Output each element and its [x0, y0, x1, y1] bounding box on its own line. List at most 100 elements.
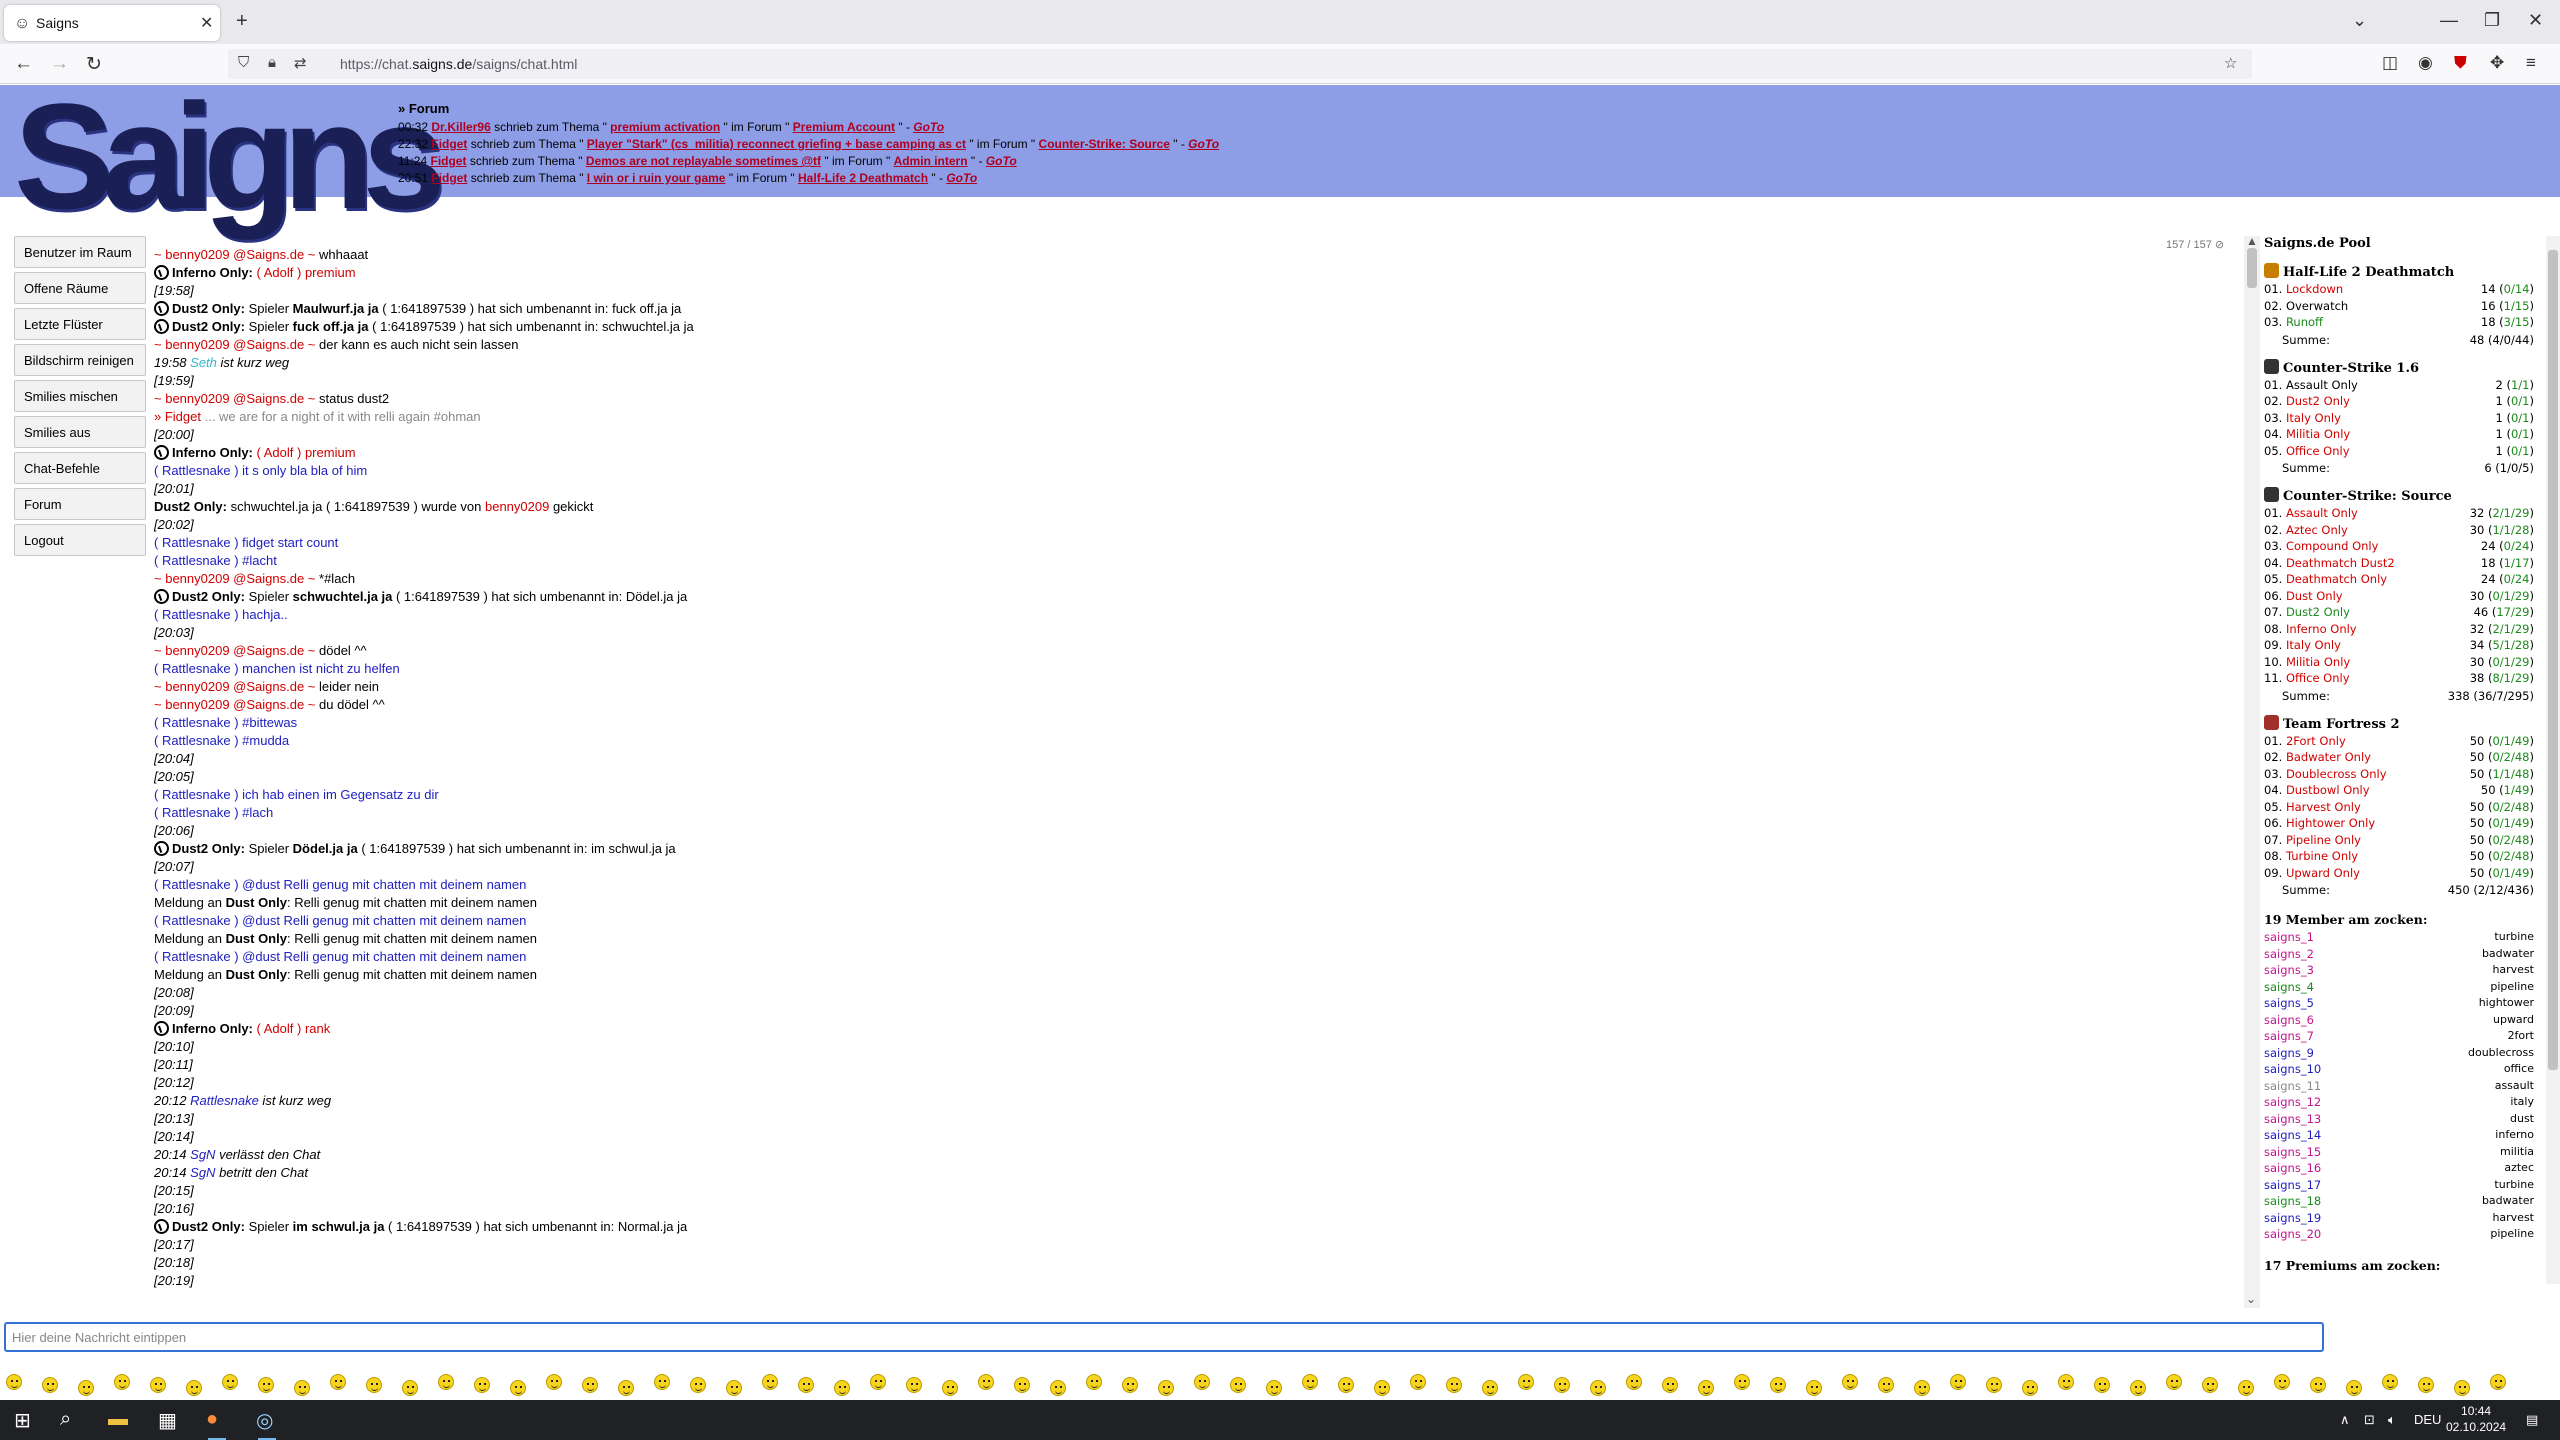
smiley-icon[interactable] — [2238, 1380, 2254, 1396]
smiley-icon[interactable] — [474, 1377, 490, 1393]
smiley-icon[interactable] — [78, 1380, 94, 1396]
member-row[interactable]: saigns_2 badwater — [2264, 946, 2544, 963]
server-row[interactable]: 05. Harvest Only 50 (0/2/48) — [2264, 799, 2544, 816]
panel-scrollbar[interactable] — [2546, 236, 2560, 1284]
server-row[interactable]: 08. Turbine Only 50 (0/2/48) — [2264, 848, 2544, 865]
server-row[interactable]: 09. Upward Only 50 (0/1/49) — [2264, 865, 2544, 882]
server-row[interactable]: 05. Office Only 1 (0/1) — [2264, 443, 2544, 460]
language-indicator[interactable]: DEU — [2414, 1412, 2441, 1427]
menu-button-logout[interactable]: Logout — [14, 524, 146, 556]
server-link[interactable]: Office Only — [2286, 671, 2350, 685]
smiley-icon[interactable] — [1410, 1374, 1426, 1390]
chat-user[interactable]: ( Rattlesnake ) — [154, 607, 242, 622]
smiley-icon[interactable] — [2382, 1374, 2398, 1390]
forum-user-link[interactable]: Fidget — [431, 137, 467, 151]
server-link[interactable]: Badwater Only — [2286, 750, 2371, 764]
member-name[interactable]: saigns_9 — [2264, 1045, 2314, 1062]
smiley-icon[interactable] — [1194, 1374, 1210, 1390]
chat-user[interactable]: benny0209 — [165, 391, 229, 406]
scroll-down-icon[interactable]: ⌄ — [2246, 1292, 2256, 1306]
member-name[interactable]: saigns_2 — [2264, 946, 2314, 963]
member-name[interactable]: saigns_7 — [2264, 1028, 2314, 1045]
server-row[interactable]: 04. Dustbowl Only 50 (1/49) — [2264, 782, 2544, 799]
server-row[interactable]: 09. Italy Only 34 (5/1/28) — [2264, 637, 2544, 654]
member-name[interactable]: saigns_1 — [2264, 929, 2314, 946]
smiley-icon[interactable] — [1626, 1374, 1642, 1390]
smiley-icon[interactable] — [366, 1377, 382, 1393]
close-tab-icon[interactable]: ✕ — [200, 13, 213, 33]
server-link[interactable]: Hightower Only — [2286, 816, 2375, 830]
extensions-icon[interactable]: ✥ — [2490, 53, 2504, 73]
menu-button-smilies-aus[interactable]: Smilies aus — [14, 416, 146, 448]
member-row[interactable]: saigns_18 badwater — [2264, 1193, 2544, 1210]
smiley-icon[interactable] — [690, 1377, 706, 1393]
member-row[interactable]: saigns_19 harvest — [2264, 1210, 2544, 1227]
chat-user[interactable]: ( Rattlesnake ) — [154, 787, 242, 802]
chat-user[interactable]: benny0209 — [165, 679, 229, 694]
smiley-icon[interactable] — [1446, 1377, 1462, 1393]
server-link[interactable]: Deathmatch Dust2 — [2286, 556, 2395, 570]
member-name[interactable]: saigns_10 — [2264, 1061, 2321, 1078]
server-row[interactable]: 11. Office Only 38 (8/1/29) — [2264, 670, 2544, 687]
server-link[interactable]: Turbine Only — [2286, 849, 2358, 863]
network-icon[interactable]: ⊡ — [2364, 1412, 2375, 1428]
smiley-icon[interactable] — [1302, 1374, 1318, 1390]
bookmark-star-icon[interactable]: ☆ — [2224, 54, 2237, 72]
smiley-icon[interactable] — [1374, 1380, 1390, 1396]
store-icon[interactable]: ▦ — [158, 1408, 177, 1433]
member-row[interactable]: saigns_7 2fort — [2264, 1028, 2544, 1045]
smiley-icon[interactable] — [1554, 1377, 1570, 1393]
member-row[interactable]: saigns_16 aztec — [2264, 1160, 2544, 1177]
forum-user-link[interactable]: Fidget — [430, 154, 466, 168]
chat-user[interactable]: benny0209 — [165, 337, 229, 352]
smiley-icon[interactable] — [1086, 1374, 1102, 1390]
smiley-icon[interactable] — [2310, 1377, 2326, 1393]
scroll-up-icon[interactable]: ▲ — [2246, 234, 2258, 248]
smiley-icon[interactable] — [2490, 1374, 2506, 1390]
member-name[interactable]: saigns_17 — [2264, 1177, 2321, 1194]
forum-board-link[interactable]: Counter-Strike: Source — [1039, 137, 1170, 151]
server-row[interactable]: 06. Dust Only 30 (0/1/29) — [2264, 588, 2544, 605]
smiley-icon[interactable] — [222, 1374, 238, 1390]
smiley-icon[interactable] — [762, 1374, 778, 1390]
member-row[interactable]: saigns_17 turbine — [2264, 1177, 2544, 1194]
forum-topic-link[interactable]: Demos are not replayable sometimes @tf — [586, 154, 821, 168]
smiley-icon[interactable] — [654, 1374, 670, 1390]
member-name[interactable]: saigns_12 — [2264, 1094, 2321, 1111]
smiley-icon[interactable] — [1734, 1374, 1750, 1390]
message-input[interactable] — [4, 1322, 2324, 1352]
server-row[interactable]: 01. Assault Only 2 (1/1) — [2264, 377, 2544, 394]
forum-topic-link[interactable]: I win or i ruin your game — [587, 171, 726, 185]
smiley-icon[interactable] — [1338, 1377, 1354, 1393]
smiley-icon[interactable] — [258, 1377, 274, 1393]
server-link[interactable]: Dust2 Only — [2286, 394, 2350, 408]
smiley-icon[interactable] — [2058, 1374, 2074, 1390]
smiley-icon[interactable] — [1878, 1377, 1894, 1393]
smiley-icon[interactable] — [1050, 1380, 1066, 1396]
forum-goto-link[interactable]: GoTo — [946, 171, 977, 185]
forum-topic-link[interactable]: premium activation — [610, 120, 720, 134]
smiley-icon[interactable] — [1698, 1380, 1714, 1396]
forum-goto-link[interactable]: GoTo — [1188, 137, 1219, 151]
server-link[interactable]: Doublecross Only — [2286, 767, 2387, 781]
member-name[interactable]: saigns_3 — [2264, 962, 2314, 979]
smiley-icon[interactable] — [1770, 1377, 1786, 1393]
menu-button-bildschirm-reinigen[interactable]: Bildschirm reinigen — [14, 344, 146, 376]
server-link[interactable]: Inferno Only — [2286, 622, 2357, 636]
smiley-icon[interactable] — [2454, 1380, 2470, 1396]
member-name[interactable]: saigns_6 — [2264, 1012, 2314, 1029]
smiley-icon[interactable] — [2346, 1380, 2362, 1396]
server-row[interactable]: 02. Overwatch 16 (1/15) — [2264, 298, 2544, 315]
chat-user[interactable]: ( Rattlesnake ) — [154, 913, 242, 928]
smiley-icon[interactable] — [1014, 1377, 1030, 1393]
member-row[interactable]: saigns_10 office — [2264, 1061, 2544, 1078]
server-row[interactable]: 06. Hightower Only 50 (0/1/49) — [2264, 815, 2544, 832]
member-row[interactable]: saigns_5 hightower — [2264, 995, 2544, 1012]
forum-user-link[interactable]: Fidget — [431, 171, 467, 185]
browser-tab[interactable]: ☺ Saigns ✕ — [4, 5, 220, 41]
panel-scroll-thumb[interactable] — [2548, 250, 2558, 1070]
smiley-icon[interactable] — [510, 1380, 526, 1396]
server-link[interactable]: Italy Only — [2286, 411, 2341, 425]
chat-user[interactable]: Adolf — [264, 445, 294, 460]
member-name[interactable]: saigns_11 — [2264, 1078, 2321, 1095]
